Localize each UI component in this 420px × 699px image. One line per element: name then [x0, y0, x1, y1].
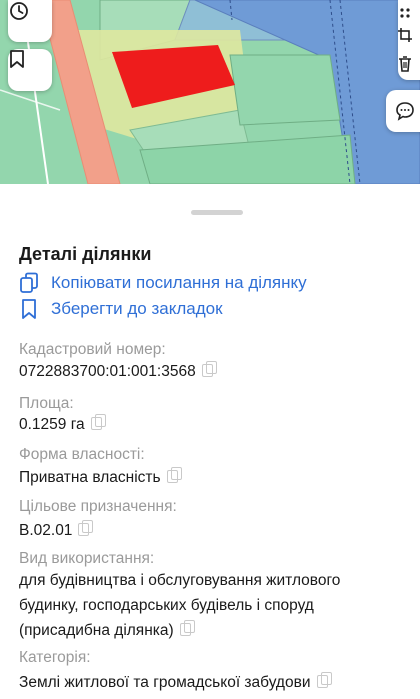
copy-icon[interactable] — [166, 467, 182, 483]
copy-link-action[interactable]: Копіювати посилання на ділянку — [19, 271, 307, 295]
usage-value: для будівництва і обслуговування житлово… — [19, 572, 341, 639]
ownership-label: Форма власності: — [19, 446, 145, 463]
usage-label: Вид використання: — [19, 550, 155, 567]
category-value: Землі житлової та громадської забудови — [19, 670, 332, 695]
save-bookmark-label: Зберегти до закладок — [51, 299, 223, 318]
more-icon[interactable] — [398, 6, 412, 20]
map-toolbar — [398, 0, 420, 80]
trash-icon[interactable] — [398, 56, 412, 72]
save-bookmark-action[interactable]: Зберегти до закладок — [19, 297, 223, 321]
cadastral-number-label: Кадастровий номер: — [19, 341, 166, 358]
copy-link-label: Копіювати посилання на ділянку — [51, 273, 307, 292]
sheet-drag-handle[interactable] — [191, 210, 243, 215]
purpose-value: В.02.01 — [19, 518, 94, 543]
parcel-details-sheet: Деталі ділянки Копіювати посилання на ді… — [0, 184, 420, 699]
area-label: Площа: — [19, 395, 74, 412]
history-icon — [10, 2, 28, 20]
copy-icon[interactable] — [201, 361, 217, 377]
panel-title: Деталі ділянки — [19, 244, 152, 264]
bookmark-icon — [10, 50, 24, 68]
map-canvas[interactable] — [0, 0, 420, 184]
crop-icon[interactable] — [398, 28, 412, 42]
purpose-label: Цільове призначення: — [19, 498, 177, 515]
chat-button[interactable] — [386, 90, 420, 132]
cadastral-number-value: 0722883700:01:001:3568 — [19, 359, 217, 384]
copy-link-icon — [20, 272, 38, 293]
history-button[interactable] — [8, 0, 52, 42]
copy-icon[interactable] — [179, 620, 195, 636]
map-bookmark-button[interactable] — [8, 49, 52, 91]
map-view[interactable] — [0, 0, 420, 184]
ownership-value: Приватна власність — [19, 465, 182, 490]
copy-icon[interactable] — [316, 672, 332, 688]
area-value: 0.1259 га — [19, 412, 106, 437]
copy-icon[interactable] — [90, 414, 106, 430]
category-label: Категорія: — [19, 649, 91, 666]
chat-icon — [396, 102, 414, 121]
bookmark-icon — [22, 299, 36, 319]
copy-icon[interactable] — [78, 520, 94, 536]
